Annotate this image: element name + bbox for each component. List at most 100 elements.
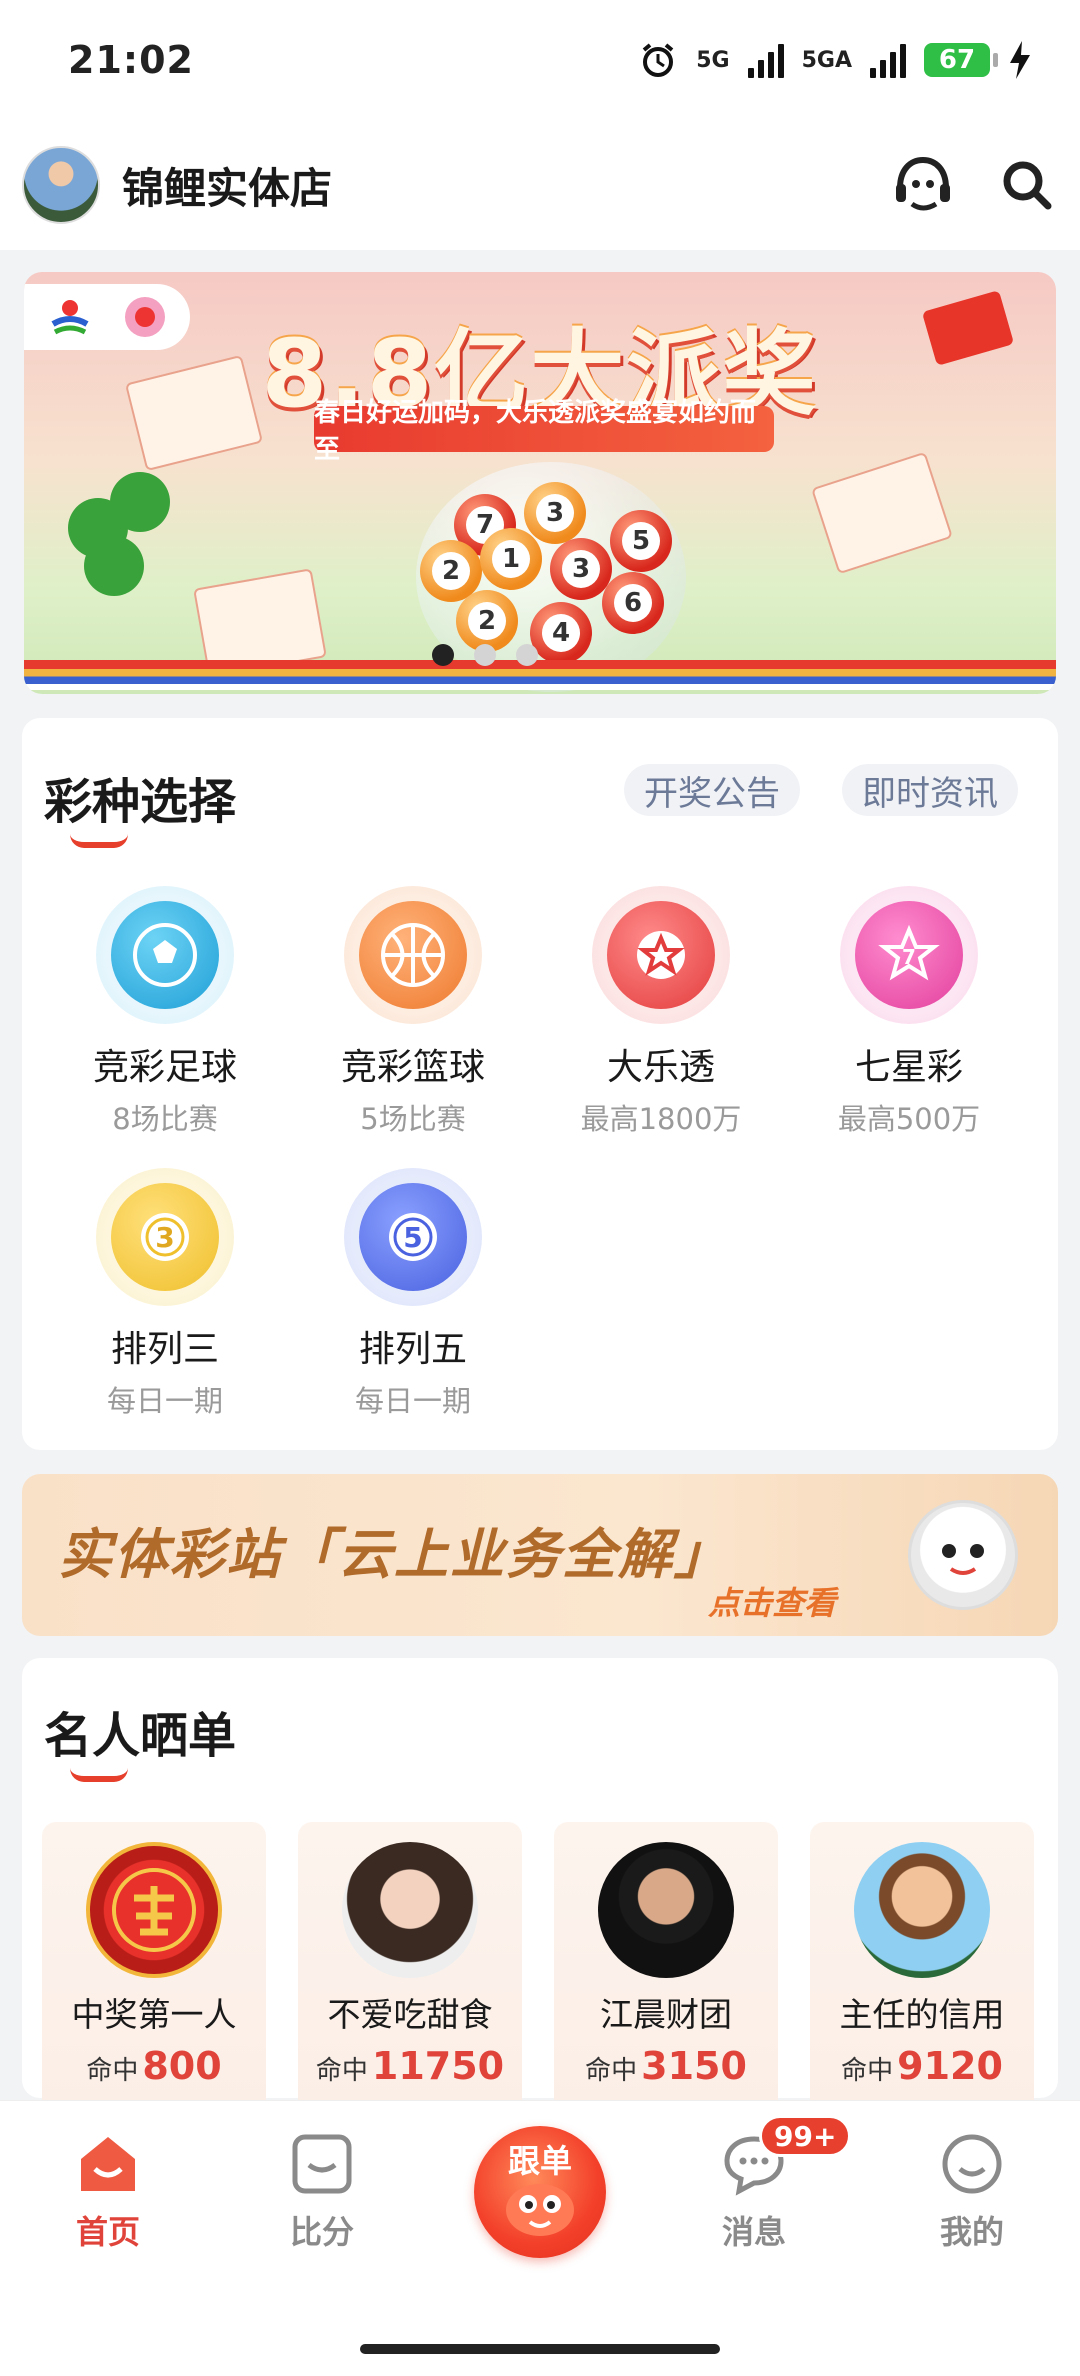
celebrity-section-title: 名人晒单 xyxy=(44,1696,236,1782)
game-basketball[interactable]: 竞彩篮球 5场比赛 xyxy=(298,886,528,1138)
seven-star-icon: 7 xyxy=(855,901,963,1009)
number-three-icon: 3 xyxy=(111,1183,219,1291)
celebrity-name: 中奖第一人 xyxy=(71,1995,237,2034)
cloud-business-banner[interactable]: 实体彩站「云上业务全解」 点击查看 xyxy=(22,1474,1058,1636)
clover-decoration xyxy=(84,536,144,596)
clover-decoration xyxy=(110,472,170,532)
charging-icon xyxy=(1010,41,1030,79)
game-name: 七星彩 xyxy=(854,1047,963,1088)
unread-badge: 99+ xyxy=(759,2115,852,2157)
nav-label: 我的 xyxy=(939,2213,1004,2251)
game-name: 竞彩篮球 xyxy=(340,1047,485,1088)
customer-service-icon xyxy=(896,156,950,211)
star-ball-icon xyxy=(607,901,715,1009)
carousel-indicator xyxy=(432,644,538,666)
lottery-ball: 4 xyxy=(530,602,592,664)
carousel-dot[interactable] xyxy=(432,644,454,666)
football-icon xyxy=(111,901,219,1009)
lottery-ball: 3 xyxy=(524,482,586,544)
basketball-icon xyxy=(359,901,467,1009)
status-icons: 5G 5GA 67 xyxy=(638,40,1032,80)
score-icon xyxy=(287,2131,357,2197)
celebrity-item[interactable]: 中奖第一人 命中 800 xyxy=(42,1822,266,2116)
game-football[interactable]: 竞彩足球 8场比赛 xyxy=(50,886,280,1138)
banner-stripe xyxy=(24,660,1056,690)
nav-messages[interactable]: 99+ 消息 xyxy=(684,2115,852,2253)
ticket-decoration xyxy=(811,451,953,575)
game-name: 排列五 xyxy=(358,1329,467,1370)
game-pick-three[interactable]: 3 排列三 每日一期 xyxy=(50,1168,280,1420)
search-icon xyxy=(1003,161,1052,210)
status-bar: 21:02 5G 5GA 67 xyxy=(0,0,1080,120)
celebrity-name: 主任的信用 xyxy=(839,1995,1005,2034)
game-subtitle: 每日一期 xyxy=(106,1384,223,1418)
lottery-selection-card: 彩种选择 开奖公告 即时资讯 竞彩足球 8场比赛 竞彩篮球 5场比赛 大乐透 最… xyxy=(22,718,1058,1450)
game-subtitle: 每日一期 xyxy=(354,1384,471,1418)
status-time: 21:02 xyxy=(68,38,194,82)
lottery-ball: 5 xyxy=(610,510,672,572)
follow-icon xyxy=(506,2184,574,2236)
follow-bet-button[interactable]: 跟单 xyxy=(474,2126,606,2258)
svg-text:7: 7 xyxy=(902,945,916,969)
nav-score[interactable]: 比分 xyxy=(252,2131,392,2253)
mascot-illustration xyxy=(908,1500,1018,1610)
game-subtitle: 8场比赛 xyxy=(112,1102,218,1136)
app-header: 锦鲤实体店 xyxy=(0,120,1080,250)
store-name: 锦鲤实体店 xyxy=(122,163,333,213)
profile-icon xyxy=(937,2131,1007,2197)
signal-icon xyxy=(747,42,784,78)
game-super-lotto[interactable]: 大乐透 最高1800万 xyxy=(546,886,776,1138)
celebrity-item[interactable]: 江晨财团 命中 3150 xyxy=(554,1822,778,2116)
network-label-1: 5G xyxy=(696,47,730,73)
lottery-ball: 2 xyxy=(456,590,518,652)
nav-label: 比分 xyxy=(289,2213,354,2251)
promo-title: 实体彩站「云上业务全解」 xyxy=(58,1523,730,1586)
game-pick-five[interactable]: 5 排列五 每日一期 xyxy=(298,1168,528,1420)
game-name: 排列三 xyxy=(110,1329,219,1370)
celebrity-name: 江晨财团 xyxy=(600,1995,732,2034)
celebrity-name: 不爱吃甜食 xyxy=(327,1995,493,2034)
home-icon xyxy=(73,2131,143,2197)
cartoon-player-avatar xyxy=(854,1842,990,1978)
draw-announcement-link[interactable]: 开奖公告 xyxy=(624,764,800,816)
lottery-ball: 3 xyxy=(550,538,612,600)
battery-indicator: 67 xyxy=(924,43,998,77)
celebrity-item[interactable]: 主任的信用 命中 9120 xyxy=(810,1822,1034,2116)
game-name: 大乐透 xyxy=(606,1047,715,1088)
home-indicator xyxy=(360,2344,720,2354)
game-subtitle: 最高500万 xyxy=(837,1102,981,1136)
promo-view-link[interactable]: 点击查看 xyxy=(708,1578,836,1624)
lottery-section-title: 彩种选择 xyxy=(44,762,236,848)
store-avatar[interactable] xyxy=(22,146,100,224)
search-button[interactable] xyxy=(996,154,1058,216)
lottery-ball: 1 xyxy=(480,528,542,590)
game-subtitle: 最高1800万 xyxy=(580,1102,742,1136)
banner-subtitle: 春日好运加码，大乐透派奖盛宴如约而至 xyxy=(314,398,774,465)
celebrity-hits: 命中 800 xyxy=(86,2044,222,2088)
prize-badge-avatar xyxy=(86,1842,222,1978)
svg-text:5: 5 xyxy=(403,1221,422,1254)
lottery-ball: 6 xyxy=(602,572,664,634)
alarm-icon xyxy=(642,43,674,77)
network-label-2: 5GA xyxy=(801,47,852,73)
carousel-dot[interactable] xyxy=(474,644,496,666)
celebrity-hits: 命中 11750 xyxy=(315,2044,505,2088)
signal-icon-2 xyxy=(870,42,906,78)
girl-avatar xyxy=(342,1842,478,1978)
nav-label: 首页 xyxy=(75,2213,140,2251)
game-subtitle: 5场比赛 xyxy=(360,1102,466,1136)
celebrity-item[interactable]: 不爱吃甜食 命中 11750 xyxy=(298,1822,522,2116)
svg-text:3: 3 xyxy=(155,1221,174,1254)
game-seven-star[interactable]: 7 七星彩 最高500万 xyxy=(794,886,1024,1138)
celebrity-showcase-card: 名人晒单 中奖第一人 命中 800 不爱吃甜食 命中 11750 江晨财团 命中 31… xyxy=(22,1658,1058,2116)
nav-profile[interactable]: 我的 xyxy=(902,2131,1042,2253)
customer-service-button[interactable] xyxy=(892,154,954,216)
promo-carousel[interactable]: 8.8亿大派奖 春日好运加码，大乐透派奖盛宴如约而至 7 3 2 1 3 5 2… xyxy=(24,272,1056,694)
instant-news-link[interactable]: 即时资讯 xyxy=(842,764,1018,816)
celebrity-hits: 命中 3150 xyxy=(585,2044,747,2088)
message-icon: 99+ xyxy=(719,2115,852,2197)
nav-label: 消息 xyxy=(721,2213,786,2251)
game-name: 竞彩足球 xyxy=(92,1047,237,1088)
carousel-dot[interactable] xyxy=(516,644,538,666)
nav-home[interactable]: 首页 xyxy=(38,2131,178,2253)
